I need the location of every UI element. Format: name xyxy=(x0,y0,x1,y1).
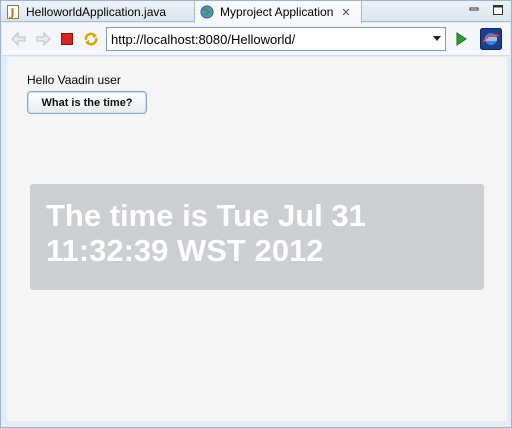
svg-text:J: J xyxy=(9,8,15,19)
close-icon[interactable]: ✕ xyxy=(341,6,350,19)
refresh-icon[interactable] xyxy=(82,30,100,48)
url-field[interactable] xyxy=(106,27,446,51)
tab-label: Myproject Application xyxy=(220,5,334,19)
tab-myproject-application[interactable]: Myproject Application ✕ xyxy=(194,1,362,23)
time-panel: The time is Tue Jul 31 11:32:39 WST 2012 xyxy=(30,184,484,290)
forward-arrow-icon[interactable] xyxy=(34,30,52,48)
vaadin-app-content: Hello Vaadin user What is the time? The … xyxy=(7,57,507,421)
what-is-the-time-button[interactable]: What is the time? xyxy=(27,91,147,114)
maximize-icon[interactable] xyxy=(491,3,505,17)
java-file-icon: J xyxy=(6,4,20,19)
stop-icon[interactable] xyxy=(58,30,76,48)
tab-label: HelloworldApplication.java xyxy=(26,4,167,19)
time-message: The time is Tue Jul 31 11:32:39 WST 2012 xyxy=(46,198,366,268)
minimize-icon[interactable] xyxy=(467,3,481,17)
globe-icon xyxy=(200,5,214,19)
eclipse-icon[interactable] xyxy=(480,28,502,50)
go-icon[interactable] xyxy=(452,30,470,48)
editor-tab-strip: J HelloworldApplication.java Myproject A… xyxy=(1,1,511,23)
chevron-down-icon[interactable] xyxy=(433,36,441,41)
back-arrow-icon[interactable] xyxy=(10,30,28,48)
url-input[interactable] xyxy=(111,31,421,47)
greeting-label: Hello Vaadin user xyxy=(27,73,121,87)
window-controls xyxy=(467,3,505,17)
tab-helloworld-application[interactable]: J HelloworldApplication.java xyxy=(1,1,194,22)
browser-toolbar xyxy=(2,23,510,56)
browser-window: J HelloworldApplication.java Myproject A… xyxy=(0,0,512,428)
